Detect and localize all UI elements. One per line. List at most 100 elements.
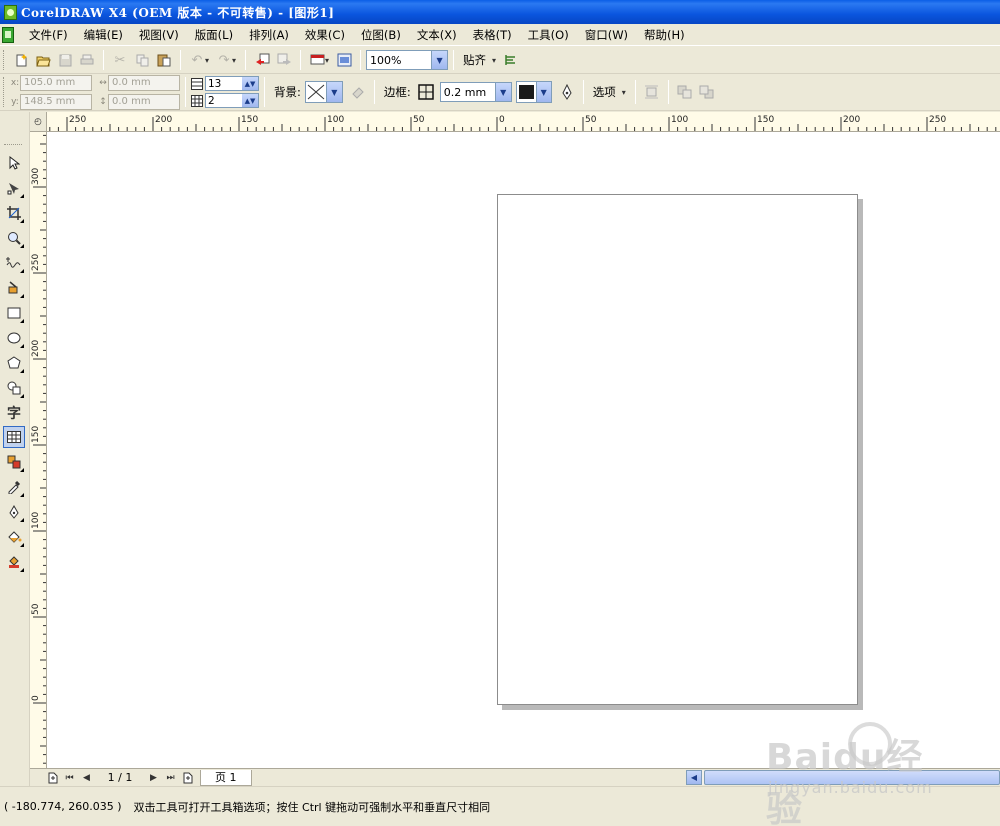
menu-window[interactable]: 窗口(W) [577,24,636,46]
polygon-tool-icon[interactable] [3,352,25,374]
redo-dropdown-icon[interactable]: ▾ [232,56,236,65]
edit-fill-icon[interactable] [347,81,369,103]
horizontal-ruler[interactable]: 250 200 150 100 50 0 50 100 150 200 250 [47,112,1000,132]
copy-icon[interactable] [131,49,153,71]
scroll-left-icon[interactable]: ◀ [686,770,702,785]
page-tab-1[interactable]: 页 1 [200,769,252,786]
options-icon[interactable] [500,49,522,71]
ruler-label: 300 [31,168,41,185]
crop-tool-icon[interactable] [3,202,25,224]
table-size-fields: 13 ▲▼ 2 ▲▼ [191,76,259,108]
options-dropdown-icon[interactable]: ▾ [622,88,626,97]
export-icon[interactable] [273,49,295,71]
outline-tool-icon[interactable] [3,501,25,523]
menu-effects[interactable]: 效果(C) [297,24,353,46]
menu-text[interactable]: 文本(X) [409,24,465,46]
save-icon[interactable] [54,49,76,71]
menu-layout[interactable]: 版面(L) [187,24,241,46]
wrap-paragraph-icon[interactable] [641,81,663,103]
add-page-before-icon[interactable] [46,771,59,785]
ruler-origin-corner[interactable]: ◴ [30,112,47,132]
add-page-after-icon[interactable] [181,771,194,785]
toolbox-grip[interactable] [4,144,22,145]
menu-help[interactable]: 帮助(H) [636,24,693,46]
welcome-screen-icon[interactable] [333,49,355,71]
y-label: y: [11,96,19,107]
menu-tools[interactable]: 工具(O) [520,24,577,46]
property-bar: x: 105.0 mm y: 148.5 mm ↔ 0.0 mm ↕ 0.0 m… [0,74,1000,111]
ruler-label: 150 [241,115,258,125]
x-label: x: [10,77,20,88]
columns-spinner[interactable]: 2 ▲▼ [205,93,259,108]
menu-bitmaps[interactable]: 位图(B) [353,24,409,46]
first-page-icon[interactable]: ⏮ [63,771,76,785]
chevron-down-icon[interactable]: ▼ [431,51,448,69]
background-color-picker[interactable]: ▼ [304,81,343,103]
document-icon[interactable] [2,26,14,43]
menu-table[interactable]: 表格(T) [465,24,520,46]
menu-view[interactable]: 视图(V) [131,24,187,46]
document-page[interactable] [497,194,858,705]
ruler-label: 150 [31,426,41,443]
width-field[interactable]: 0.0 mm [108,74,180,91]
toolbar-grip[interactable] [3,50,6,70]
ellipse-tool-icon[interactable] [3,327,25,349]
status-bar: ( -180.774, 260.035 ) 双击工具可打开工具箱选项；按住 Ct… [0,786,1000,826]
fill-tool-icon[interactable] [3,526,25,548]
vertical-ruler[interactable]: 300 250 200 150 100 50 0 [30,132,47,768]
eyedropper-tool-icon[interactable] [3,476,25,498]
spinner-arrows-icon[interactable]: ▲▼ [242,94,258,107]
new-document-icon[interactable] [10,49,32,71]
launcher-dropdown-icon[interactable]: ▾ [325,56,329,65]
border-color-picker[interactable]: ▼ [515,81,552,103]
pick-tool-icon[interactable] [3,152,25,174]
cut-icon[interactable]: ✂ [109,49,131,71]
zoom-tool-icon[interactable] [3,227,25,249]
paste-icon[interactable] [153,49,175,71]
rows-spinner[interactable]: 13 ▲▼ [205,76,259,91]
undo-dropdown-icon[interactable]: ▾ [205,56,209,65]
smart-fill-tool-icon[interactable] [3,277,25,299]
options-button[interactable]: 选项 [589,84,620,100]
menu-edit[interactable]: 编辑(E) [76,24,131,46]
chevron-down-icon[interactable]: ▼ [494,83,511,101]
table-tool-icon[interactable] [3,426,25,448]
shape-tool-icon[interactable] [3,177,25,199]
chevron-down-icon[interactable]: ▼ [325,82,342,102]
toolbar-grip[interactable] [3,77,6,107]
snap-to-button[interactable]: 贴齐 [459,52,490,68]
outline-pen-icon[interactable] [556,81,578,103]
to-front-icon[interactable] [674,81,696,103]
rectangle-tool-icon[interactable] [3,302,25,324]
to-back-icon[interactable] [696,81,718,103]
next-page-icon[interactable]: ▶ [147,771,160,785]
height-field[interactable]: 0.0 mm [108,93,180,110]
basic-shapes-tool-icon[interactable] [3,377,25,399]
text-tool-icon[interactable]: 字 [3,402,25,424]
interactive-blend-tool-icon[interactable] [3,451,25,473]
y-position-field[interactable]: 148.5 mm [20,93,92,110]
last-page-icon[interactable]: ⏭ [164,771,177,785]
import-icon[interactable] [251,49,273,71]
open-folder-icon[interactable] [32,49,54,71]
menu-arrange[interactable]: 排列(A) [241,24,297,46]
ruler-label: 250 [929,115,946,125]
chevron-down-icon[interactable]: ▼ [535,82,551,102]
width-icon: ↔ [99,77,107,88]
scrollbar-thumb[interactable] [704,770,1000,785]
snap-dropdown-icon[interactable]: ▾ [492,56,496,65]
zoom-level-combo[interactable]: 100% ▼ [366,50,449,70]
print-icon[interactable] [76,49,98,71]
ruler-label: 50 [585,115,597,125]
menu-file[interactable]: 文件(F) [21,24,76,46]
spinner-arrows-icon[interactable]: ▲▼ [242,77,258,90]
freehand-tool-icon[interactable] [3,252,25,274]
x-position-field[interactable]: 105.0 mm [20,74,92,91]
horizontal-scrollbar[interactable]: ◀ [686,770,1000,785]
interactive-fill-tool-icon[interactable] [3,551,25,573]
border-width-combo[interactable]: 0.2 mm ▼ [439,82,512,102]
border-grid-icon[interactable] [415,81,437,103]
no-fill-icon [306,84,326,100]
drawing-canvas[interactable] [47,132,1000,768]
previous-page-icon[interactable]: ◀ [80,771,93,785]
